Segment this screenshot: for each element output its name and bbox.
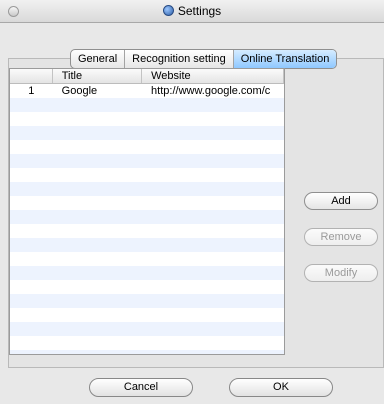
row-website-cell: [142, 280, 284, 294]
row-index-cell: [10, 238, 53, 252]
table-row[interactable]: [10, 112, 284, 126]
table-row[interactable]: [10, 224, 284, 238]
row-title-cell: [53, 126, 142, 140]
row-title-cell: [53, 252, 142, 266]
row-title-cell: [53, 266, 142, 280]
row-title-cell: [53, 294, 142, 308]
table-row[interactable]: [10, 98, 284, 112]
table-row[interactable]: [10, 308, 284, 322]
row-index-cell: [10, 266, 53, 280]
row-index-cell: [10, 112, 53, 126]
row-index-cell: [10, 280, 53, 294]
row-title-cell: [53, 238, 142, 252]
row-index-cell: [10, 196, 53, 210]
table-row[interactable]: [10, 266, 284, 280]
table-row[interactable]: [10, 238, 284, 252]
row-website-cell: [142, 154, 284, 168]
row-website-cell: [142, 112, 284, 126]
row-website-cell: [142, 140, 284, 154]
window-title-area: Settings: [0, 4, 384, 18]
row-title-cell: [53, 210, 142, 224]
remove-button[interactable]: Remove: [304, 228, 378, 246]
table-row[interactable]: [10, 196, 284, 210]
add-button[interactable]: Add: [304, 192, 378, 210]
row-index-cell: [10, 336, 53, 350]
row-index-cell: [10, 182, 53, 196]
table-row[interactable]: [10, 168, 284, 182]
tab-general[interactable]: General: [71, 50, 126, 68]
row-website-cell: [142, 210, 284, 224]
row-website-cell: [142, 266, 284, 280]
table-body: 1 Google http://www.google.com/c: [10, 84, 284, 354]
row-website-cell: [142, 252, 284, 266]
app-icon: [162, 5, 174, 16]
table-row[interactable]: [10, 336, 284, 350]
table-row[interactable]: [10, 350, 284, 354]
row-website-cell: [142, 126, 284, 140]
tab-bar: General Recognition setting Online Trans…: [70, 49, 338, 69]
row-title-cell: [53, 350, 142, 354]
row-title-cell: Google: [61, 85, 98, 97]
row-title-cell: [53, 154, 142, 168]
column-header-title[interactable]: Title: [53, 69, 143, 83]
table-row[interactable]: [10, 252, 284, 266]
row-website-cell: [142, 238, 284, 252]
column-header-index[interactable]: [10, 69, 53, 83]
cancel-button[interactable]: Cancel: [89, 378, 193, 397]
table-row[interactable]: [10, 182, 284, 196]
row-title-cell: [53, 280, 142, 294]
row-index-cell: [10, 210, 53, 224]
tab-recognition-setting[interactable]: Recognition setting: [125, 50, 234, 68]
row-title-cell: [53, 308, 142, 322]
table-row[interactable]: [10, 322, 284, 336]
row-index-cell: [10, 224, 53, 238]
row-index-cell: [10, 350, 53, 354]
table-header: Title Website: [10, 69, 284, 84]
row-website-cell: [142, 308, 284, 322]
table-row[interactable]: [10, 154, 284, 168]
row-website-cell: [142, 182, 284, 196]
row-website-cell: [142, 98, 284, 112]
row-index-cell: [10, 294, 53, 308]
row-title-cell: [53, 182, 142, 196]
row-index-cell: [10, 126, 53, 140]
table-row[interactable]: [10, 294, 284, 308]
row-title-cell: [53, 112, 142, 126]
row-title-cell: [53, 336, 142, 350]
row-website-cell: [142, 196, 284, 210]
row-index-cell: [10, 308, 53, 322]
table-row[interactable]: 1 Google http://www.google.com/c: [10, 84, 284, 98]
tab-online-translation[interactable]: Online Translation: [233, 50, 337, 68]
row-title-cell: [53, 140, 142, 154]
row-website-cell: [142, 224, 284, 238]
ok-button[interactable]: OK: [229, 378, 333, 397]
modify-button[interactable]: Modify: [304, 264, 378, 282]
row-website-cell: http://www.google.com/c: [151, 85, 271, 97]
row-website-cell: [142, 168, 284, 182]
row-title-cell: [53, 196, 142, 210]
table-row[interactable]: [10, 280, 284, 294]
row-index-cell: [10, 322, 53, 336]
row-title-cell: [53, 322, 142, 336]
row-title-cell: [53, 168, 142, 182]
window-title: Settings: [177, 4, 222, 18]
row-index-cell: [10, 154, 53, 168]
row-title-cell: [53, 98, 142, 112]
row-index-cell: [10, 168, 53, 182]
row-index-cell: 1: [28, 85, 35, 97]
column-header-website[interactable]: Website: [142, 69, 284, 83]
row-title-cell: [53, 224, 142, 238]
row-index-cell: [10, 252, 53, 266]
table-row[interactable]: [10, 210, 284, 224]
row-index-cell: [10, 98, 53, 112]
table-row[interactable]: [10, 140, 284, 154]
table-row[interactable]: [10, 126, 284, 140]
row-website-cell: [142, 294, 284, 308]
title-bar: Settings: [0, 0, 384, 23]
row-website-cell: [142, 322, 284, 336]
row-index-cell: [10, 140, 53, 154]
row-website-cell: [142, 336, 284, 350]
row-website-cell: [142, 350, 284, 354]
translation-sites-table[interactable]: Title Website 1 Google http://www.google.c…: [9, 68, 285, 355]
